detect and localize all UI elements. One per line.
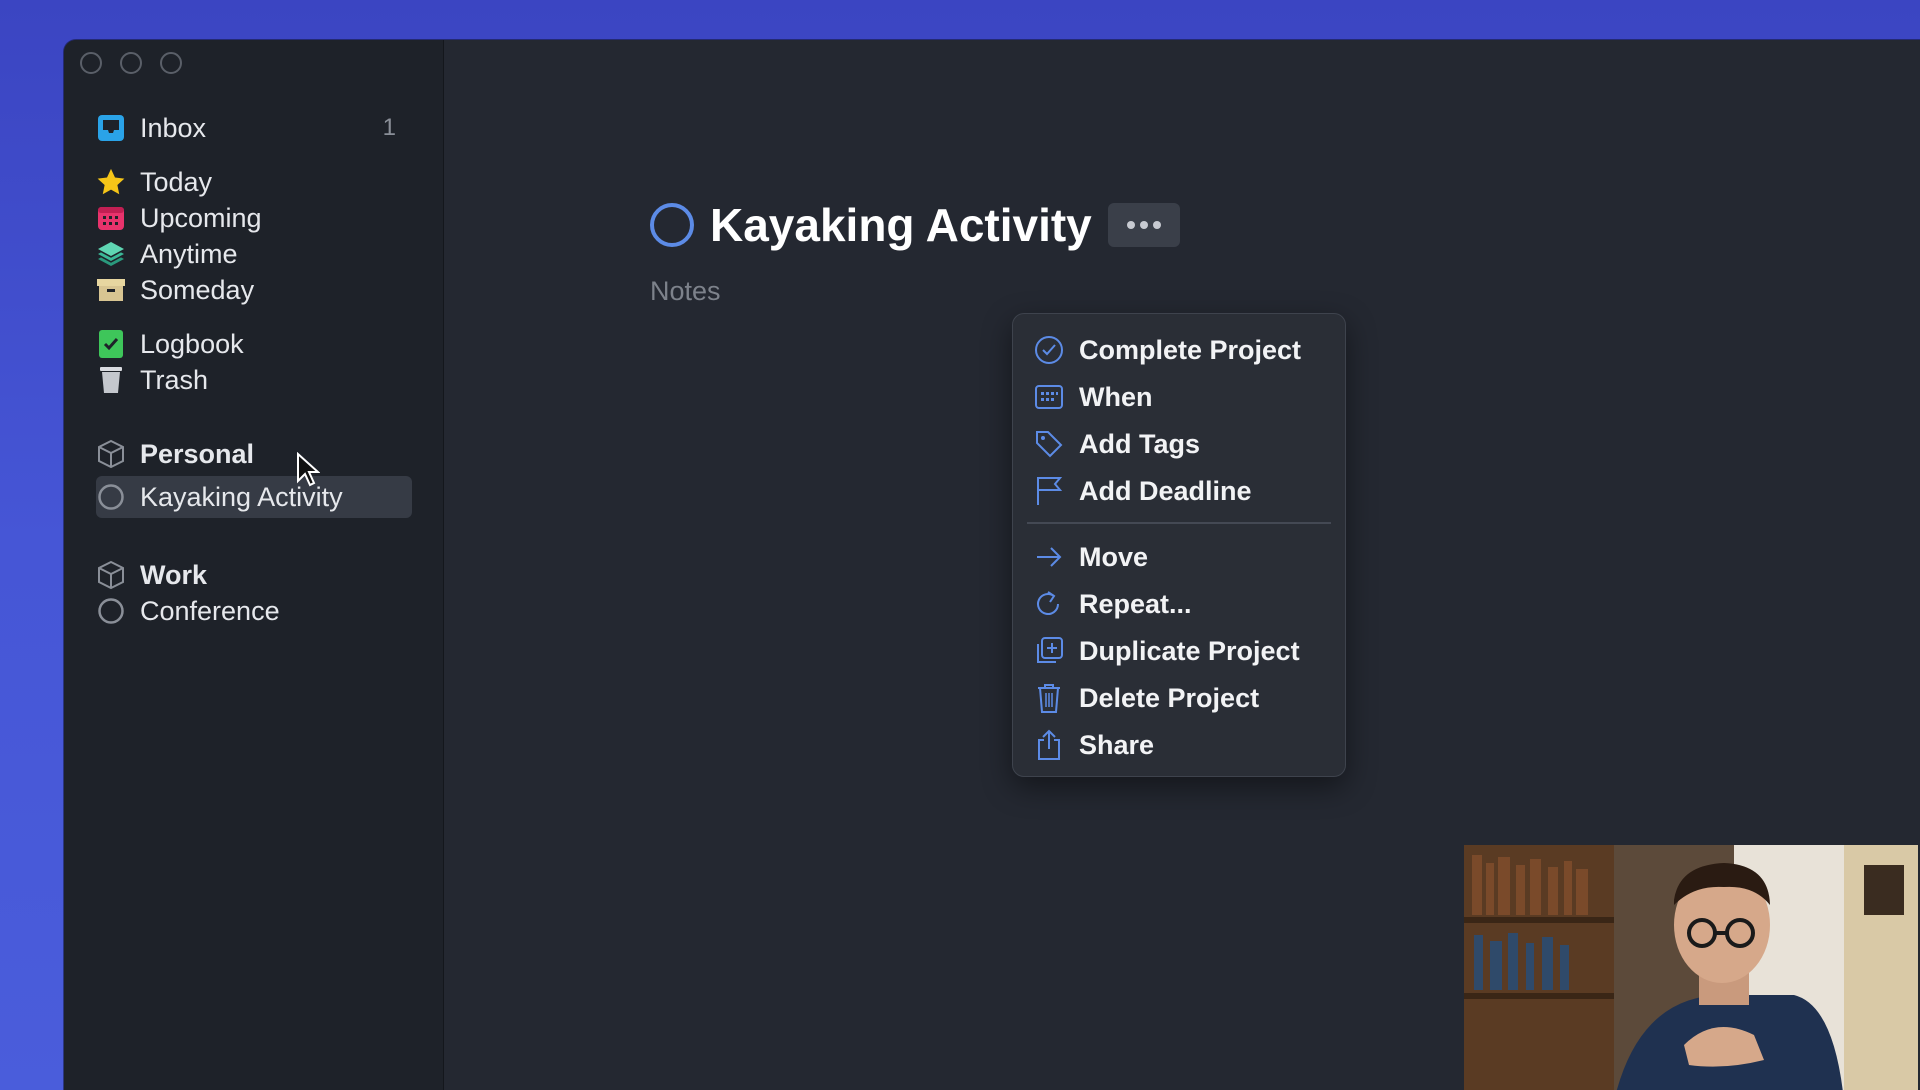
menu-item-add-deadline[interactable]: Add Deadline xyxy=(1033,471,1329,511)
menu-item-label: Duplicate Project xyxy=(1079,635,1300,666)
sidebar: Inbox 1 Today Upcoming Anytime Someday L… xyxy=(64,40,444,1090)
sidebar-item-label: Today xyxy=(140,166,213,197)
layers-icon xyxy=(96,239,126,269)
sidebar-item-label: Someday xyxy=(140,274,255,305)
project-circle-icon xyxy=(96,482,126,512)
sidebar-item-label: Trash xyxy=(140,364,209,395)
trash-icon xyxy=(96,365,126,395)
close-window-button[interactable] xyxy=(80,52,102,74)
menu-item-label: Share xyxy=(1079,729,1155,760)
sidebar-item-inbox[interactable]: Inbox 1 xyxy=(96,107,436,149)
menu-item-label: Complete Project xyxy=(1079,334,1302,365)
check-circle-icon xyxy=(1033,334,1065,366)
sidebar-project-conference[interactable]: Conference xyxy=(96,590,436,632)
menu-item-when[interactable]: When xyxy=(1033,377,1329,417)
sidebar-item-label: Conference xyxy=(140,595,280,626)
project-header: Kayaking Activity xyxy=(650,198,1180,252)
sidebar-item-label: Anytime xyxy=(140,238,238,269)
star-icon xyxy=(96,167,126,197)
sidebar-item-label: Personal xyxy=(140,438,255,469)
menu-item-complete-project[interactable]: Complete Project xyxy=(1033,330,1329,370)
project-title[interactable]: Kayaking Activity xyxy=(710,198,1092,252)
inbox-count-badge: 1 xyxy=(382,114,396,141)
project-context-menu: Complete Project When Add Tags Add Deadl… xyxy=(1012,313,1346,777)
menu-item-label: Move xyxy=(1079,541,1149,572)
notes-field[interactable]: Notes xyxy=(650,276,721,307)
menu-item-label: Delete Project xyxy=(1079,682,1260,713)
menu-item-label: Add Deadline xyxy=(1079,475,1252,506)
menu-item-share[interactable]: Share xyxy=(1033,725,1329,765)
duplicate-icon xyxy=(1033,635,1065,667)
sidebar-area-personal[interactable]: Personal xyxy=(96,433,436,475)
arrow-right-icon xyxy=(1033,541,1065,573)
mouse-cursor-icon xyxy=(296,451,321,488)
menu-divider xyxy=(1027,522,1331,524)
calendar-icon xyxy=(1033,381,1065,413)
menu-item-add-tags[interactable]: Add Tags xyxy=(1033,424,1329,464)
webcam-overlay xyxy=(1464,845,1918,1090)
tag-icon xyxy=(1033,428,1065,460)
calendar-icon xyxy=(96,203,126,233)
zoom-window-button[interactable] xyxy=(160,52,182,74)
share-icon xyxy=(1033,729,1065,761)
inbox-icon xyxy=(96,113,126,143)
menu-item-delete-project[interactable]: Delete Project xyxy=(1033,678,1329,718)
menu-item-label: When xyxy=(1079,381,1153,412)
trash-icon xyxy=(1033,682,1065,714)
app-window: Inbox 1 Today Upcoming Anytime Someday L… xyxy=(64,40,1920,1090)
sidebar-item-trash[interactable]: Trash xyxy=(96,359,436,401)
menu-item-label: Add Tags xyxy=(1079,428,1200,459)
webcam-video-frame xyxy=(1464,845,1918,1090)
menu-item-move[interactable]: Move xyxy=(1033,537,1329,577)
ellipsis-icon xyxy=(1126,221,1135,229)
ellipsis-dot xyxy=(1152,221,1161,229)
sidebar-item-someday[interactable]: Someday xyxy=(96,269,436,311)
repeat-icon xyxy=(1033,588,1065,620)
minimize-window-button[interactable] xyxy=(120,52,142,74)
menu-item-repeat[interactable]: Repeat... xyxy=(1033,584,1329,624)
sidebar-item-label: Work xyxy=(140,559,208,590)
project-complete-checkbox[interactable] xyxy=(650,203,694,247)
menu-item-duplicate-project[interactable]: Duplicate Project xyxy=(1033,631,1329,671)
project-circle-icon xyxy=(96,596,126,626)
sidebar-item-label: Upcoming xyxy=(140,202,262,233)
area-cube-icon xyxy=(96,439,126,469)
flag-icon xyxy=(1033,475,1065,507)
archive-box-icon xyxy=(96,275,126,305)
window-controls xyxy=(80,52,182,74)
logbook-icon xyxy=(96,329,126,359)
sidebar-item-label: Inbox xyxy=(140,112,207,143)
area-cube-icon xyxy=(96,560,126,590)
menu-item-label: Repeat... xyxy=(1079,588,1192,619)
sidebar-project-kayaking-activity[interactable]: Kayaking Activity xyxy=(96,476,412,518)
sidebar-item-label: Logbook xyxy=(140,328,244,359)
more-options-button[interactable] xyxy=(1107,203,1180,247)
ellipsis-dot xyxy=(1139,221,1148,229)
